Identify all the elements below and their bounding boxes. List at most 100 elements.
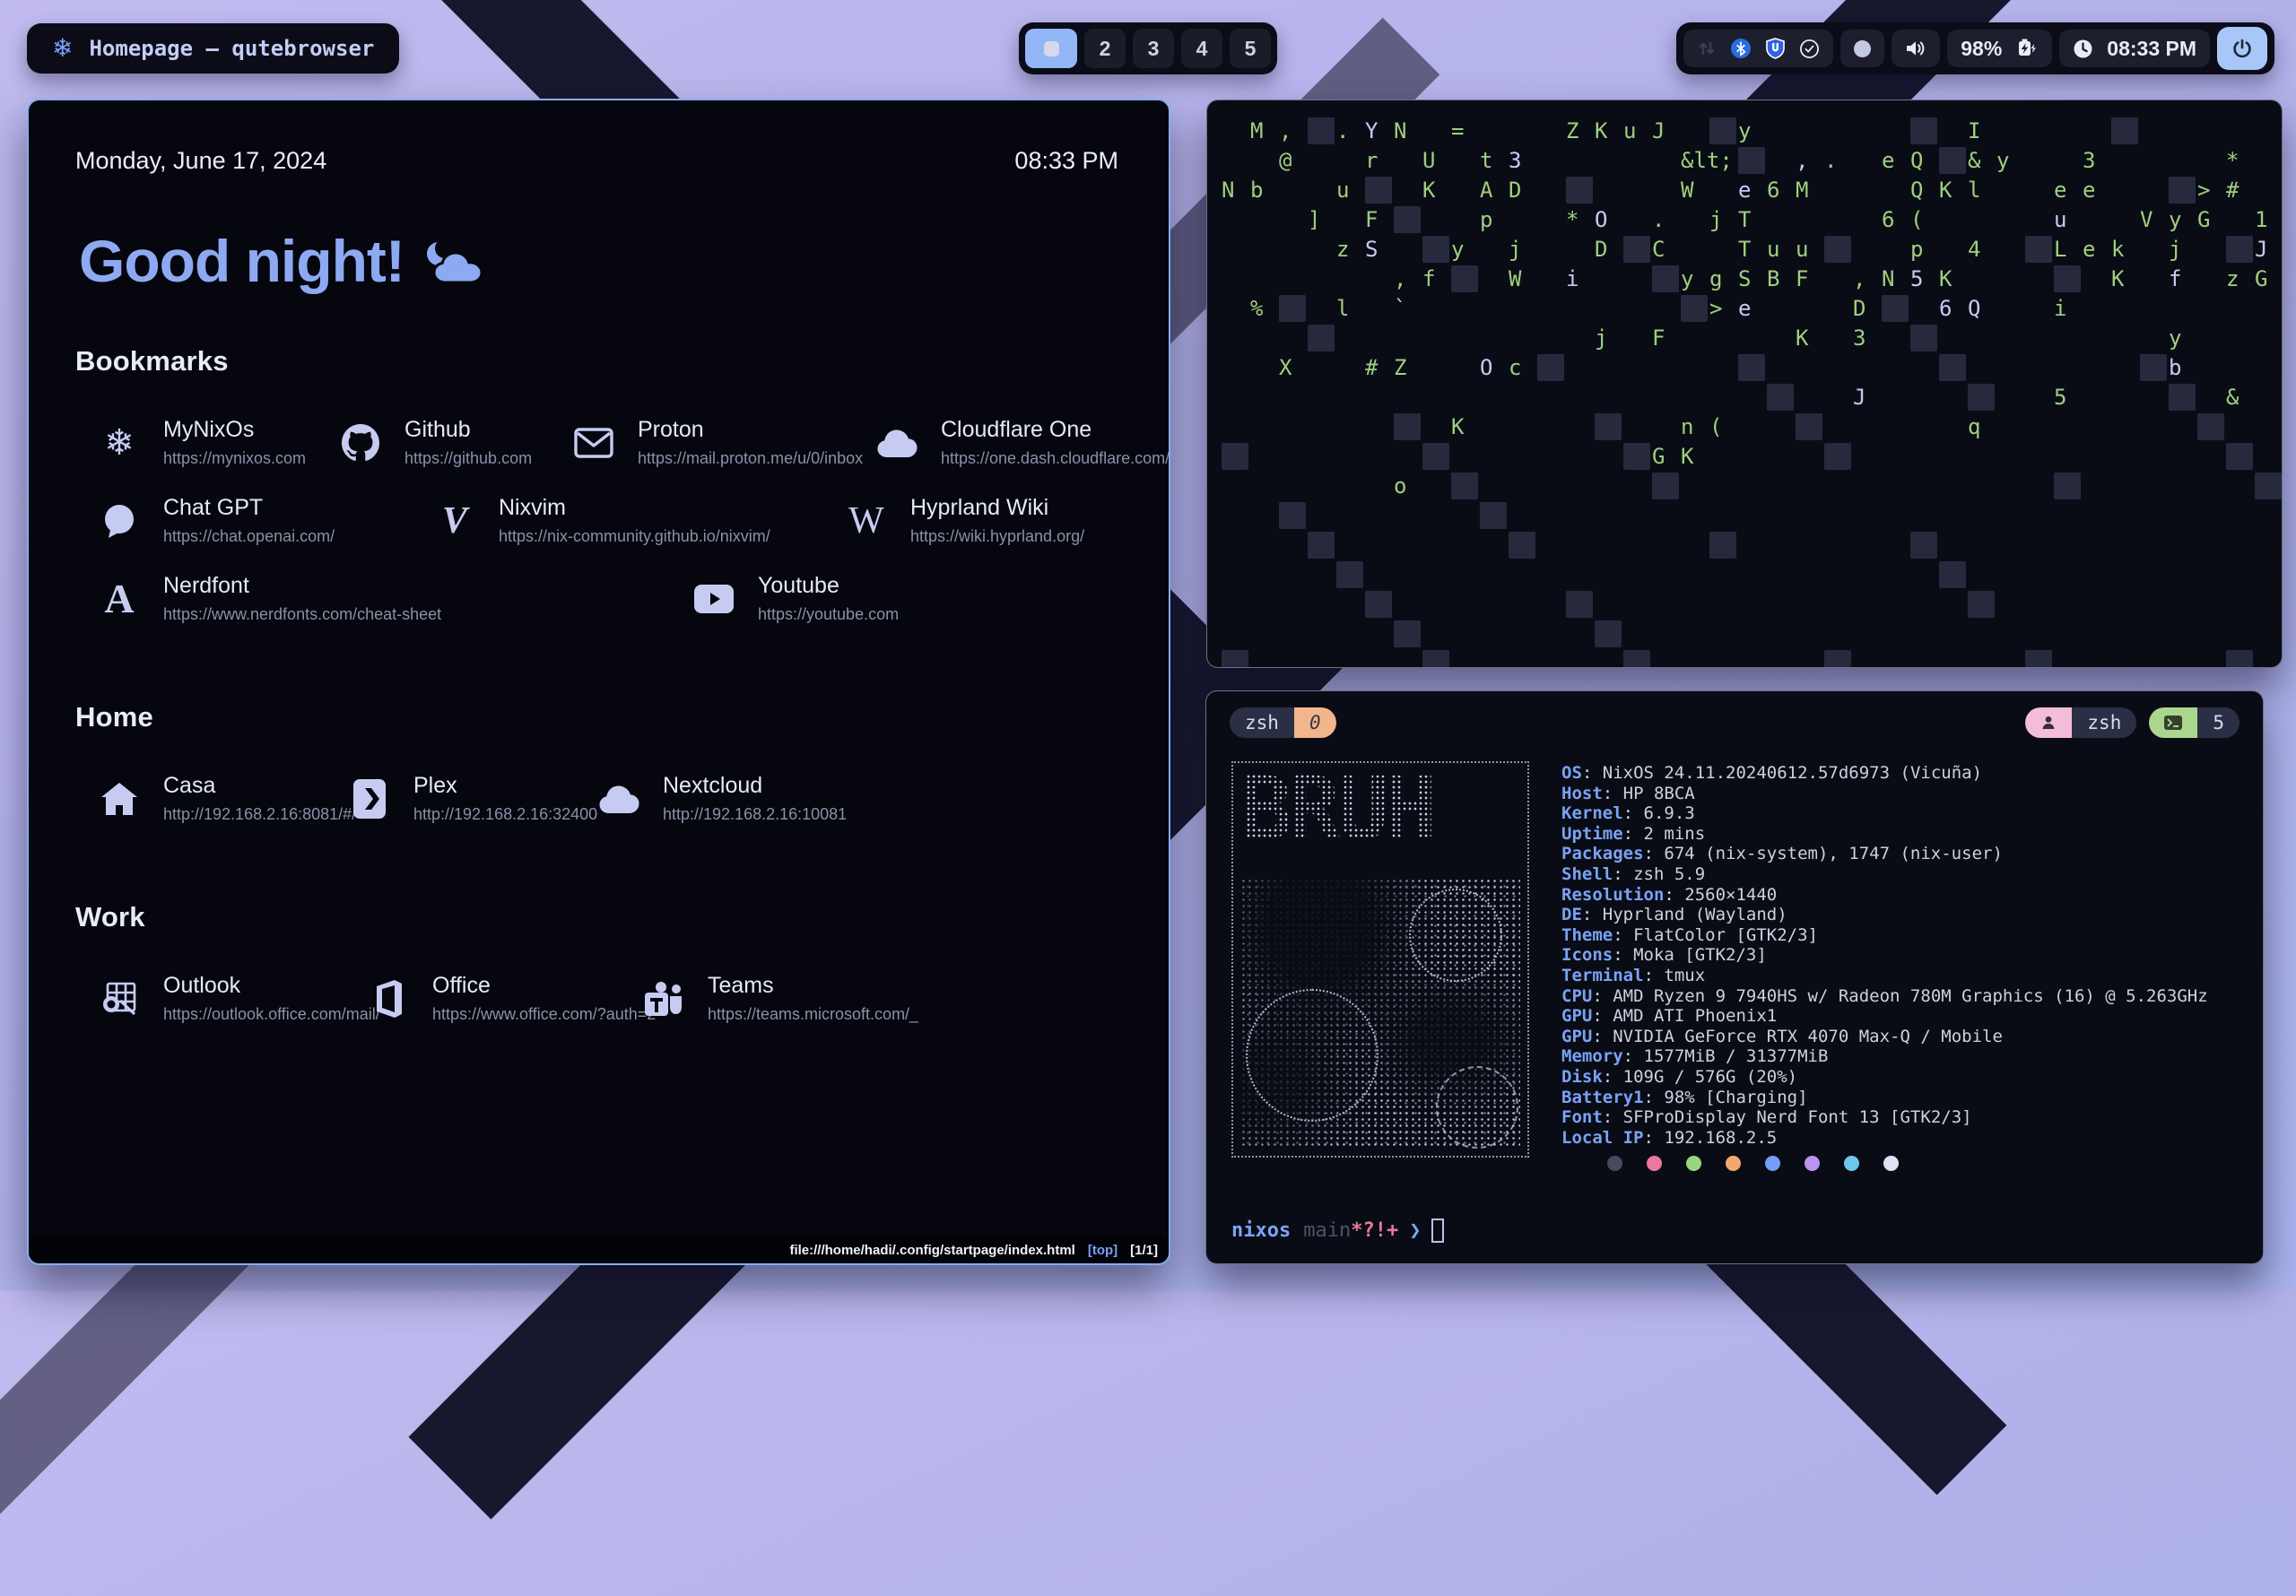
matrix-trail-block (1968, 384, 1995, 411)
matrix-char: Z (1394, 357, 1406, 378)
bookmark-proton[interactable]: Protonhttps://mail.proton.me/u/0/inbox (573, 417, 863, 468)
ascii-art-ring (1436, 1066, 1518, 1149)
tray-volume[interactable] (1892, 30, 1940, 67)
cloud-icon (598, 784, 639, 814)
palette-dot (1607, 1156, 1622, 1171)
qutebrowser-window[interactable]: Monday, June 17, 2024 08:33 PM Good nigh… (27, 99, 1170, 1265)
matrix-char: e (1738, 298, 1751, 319)
workspace-button-5[interactable]: 5 (1230, 29, 1271, 68)
matrix-trail-block (1652, 265, 1679, 292)
matrix-trail-block (1422, 236, 1449, 263)
matrix-trail-block (2226, 650, 2253, 668)
bookmark-hyprland-wiki[interactable]: WHyprland Wikihttps://wiki.hyprland.org/ (846, 495, 1084, 546)
bookmark-name: Youtube (758, 573, 899, 599)
tmux-session-badge[interactable]: zsh 0 (1230, 707, 1336, 738)
matrix-char: y (2169, 327, 2181, 349)
tray-notification[interactable] (1840, 30, 1884, 67)
matrix-trail-block (1767, 384, 1794, 411)
matrix-trail-block (1422, 650, 1449, 668)
matrix-char: S (1738, 268, 1751, 290)
tray-battery[interactable]: 98% (1947, 30, 2052, 67)
nixvim-v-icon: V (434, 502, 475, 540)
prompt-git-branch: main*?!+ (1303, 1219, 1398, 1242)
section-work: WorkOutlookhttps://outlook.office.com/ma… (75, 901, 1118, 1051)
matrix-char: K (1681, 446, 1693, 467)
bookmark-nixvim[interactable]: VNixvimhttps://nix-community.github.io/n… (434, 495, 770, 546)
bookmark-chat-gpt[interactable]: Chat GPThttps://chat.openai.com/ (99, 495, 335, 546)
terminal-cursor (1431, 1219, 1444, 1243)
fetch-terminal-window[interactable]: zsh 0 zsh 5 BRUH OS: NixOS 24.1 (1205, 690, 2264, 1264)
bookmark-url: https://youtube.com (758, 605, 899, 624)
power-button[interactable] (2217, 27, 2267, 70)
matrix-trail-block (1595, 413, 1622, 440)
tray-clock[interactable]: 08:33 PM (2059, 30, 2210, 67)
matrix-char: K (1939, 179, 1952, 201)
notification-dot-icon (1854, 40, 1871, 57)
bookmark-nerdfont[interactable]: ANerdfonthttps://www.nerdfonts.com/cheat… (99, 573, 441, 624)
matrix-char: . (1336, 120, 1349, 142)
bookmark-outlook[interactable]: Outlook https://outlook.office.com/mail/ (99, 973, 380, 1024)
fetch-info-lines: OS: NixOS 24.11.20240612.57d6973 (Vicuña… (1561, 763, 2208, 1148)
prompt-symbol: ❯ (1409, 1219, 1421, 1242)
bookmark-casa[interactable]: Casahttp://192.168.2.16:8081/#/ (99, 773, 356, 824)
matrix-char: D (1509, 179, 1521, 201)
matrix-char: O (1480, 357, 1492, 378)
bookmark-teams[interactable]: Teamshttps://teams.microsoft.com/_ (643, 973, 918, 1024)
bookmark-url: https://chat.openai.com/ (163, 527, 335, 546)
bookmark-github[interactable]: Githubhttps://github.com (340, 417, 532, 468)
matrix-terminal-window[interactable]: NMb%,@X].uzlYrFS#N,`ZoUKf=yKtApO3DjWcZ*i… (1206, 100, 2283, 668)
matrix-char: ( (1910, 209, 1923, 230)
bookmark-nextcloud[interactable]: Nextcloudhttp://192.168.2.16:10081 (598, 773, 847, 824)
matrix-char: n (1681, 416, 1693, 438)
bookmark-name: Teams (708, 973, 918, 999)
palette-dot (1765, 1156, 1780, 1171)
teams-icon (643, 980, 684, 1018)
matrix-trail-block (2025, 236, 2052, 263)
matrix-trail-block (2054, 265, 2081, 292)
workspace-button-4[interactable]: 4 (1181, 29, 1222, 68)
bluetooth-icon (1730, 38, 1752, 59)
matrix-trail-block (2226, 236, 2253, 263)
workspace-button-1[interactable] (1025, 29, 1077, 68)
bookmark-name: Outlook (163, 973, 380, 999)
bookmark-url: http://192.168.2.16:10081 (663, 805, 847, 824)
matrix-char: 3 (1853, 327, 1866, 349)
bookmark-name: Cloudflare One (941, 417, 1170, 443)
matrix-char: r (1365, 150, 1378, 171)
bookmark-mynixos[interactable]: ❄MyNixOshttps://mynixos.com (99, 417, 306, 468)
bookmark-office[interactable]: Officehttps://www.office.com/?auth=2 (368, 973, 656, 1024)
matrix-char: z (1336, 239, 1349, 260)
bookmark-name: MyNixOs (163, 417, 306, 443)
matrix-char: N (1394, 120, 1406, 142)
shell-prompt[interactable]: nixos main*?!+ ❯ (1231, 1219, 1444, 1243)
fetch-line: Battery1: 98% [Charging] (1561, 1088, 2208, 1108)
tmux-window-index: 0 (1294, 707, 1336, 738)
bookmark-url: https://github.com (404, 449, 532, 468)
matrix-trail-block (1709, 117, 1736, 144)
matrix-char: Q (1968, 298, 1980, 319)
volume-icon (1905, 39, 1926, 58)
tmux-window-count-badge[interactable]: 5 (2149, 707, 2239, 738)
fetch-line: Packages: 674 (nix-system), 1747 (nix-us… (1561, 844, 2208, 864)
matrix-trail-block (1566, 591, 1593, 618)
tray-status-icons[interactable] (1683, 30, 1833, 67)
workspace-button-2[interactable]: 2 (1084, 29, 1126, 68)
bookmark-plex[interactable]: Plexhttp://192.168.2.16:32400 (349, 773, 597, 824)
active-window-title[interactable]: ❄ Homepage — qutebrowser (27, 23, 399, 74)
bookmark-youtube[interactable]: Youtube https://youtube.com (693, 573, 899, 624)
matrix-char: u (1767, 239, 1779, 260)
matrix-char: b (1250, 179, 1263, 201)
matrix-char: f (1422, 268, 1435, 290)
nix-snowflake-icon: ❄ (99, 425, 140, 461)
ascii-art-ring (1409, 889, 1502, 982)
fetch-line: Memory: 1577MiB / 31377MiB (1561, 1046, 2208, 1067)
tmux-user-badge[interactable]: zsh (2025, 707, 2136, 738)
matrix-char: > (2197, 179, 2210, 201)
matrix-trail-block (1681, 295, 1708, 322)
matrix-char: F (1652, 327, 1665, 349)
workspace-button-3[interactable]: 3 (1133, 29, 1174, 68)
bookmark-cloudflare-one[interactable]: Cloudflare Onehttps://one.dash.cloudflar… (876, 417, 1170, 468)
palette-dot (1844, 1156, 1859, 1171)
bookmark-url: https://outlook.office.com/mail/ (163, 1005, 380, 1024)
bookmark-url: https://www.office.com/?auth=2 (432, 1005, 656, 1024)
